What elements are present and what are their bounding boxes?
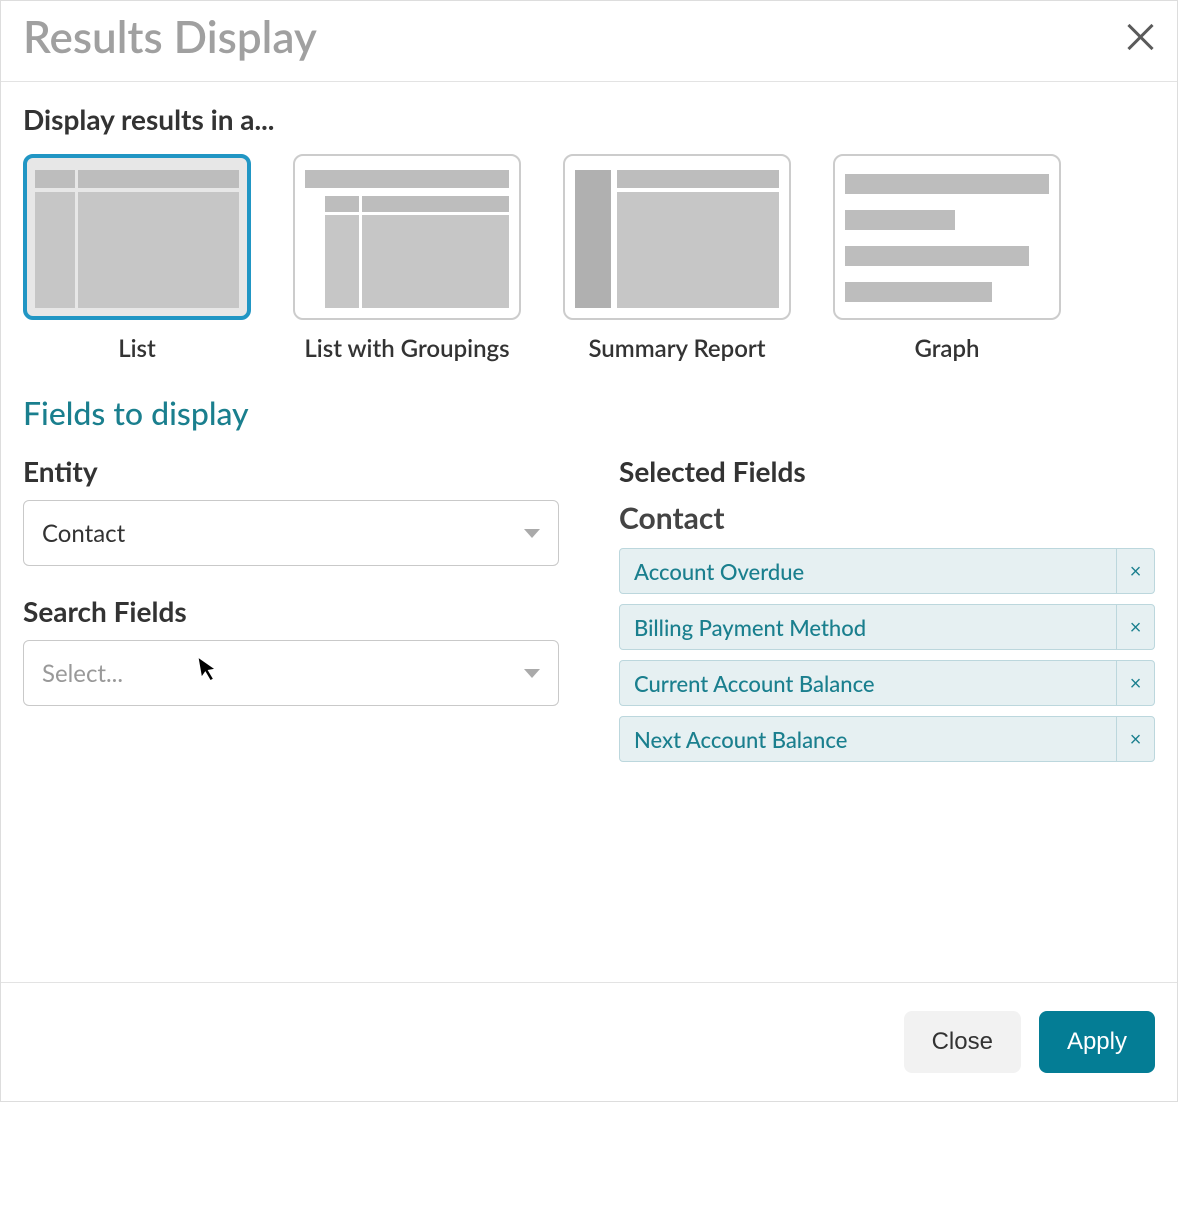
fields-columns: Entity Contact Search Fields Select... S…	[23, 442, 1155, 772]
remove-field-icon[interactable]: ×	[1116, 661, 1154, 705]
modal-title: Results Display	[23, 11, 317, 63]
close-icon[interactable]	[1125, 22, 1155, 52]
modal-header: Results Display	[1, 1, 1177, 82]
fields-to-display-heading: Fields to display	[23, 393, 1155, 432]
display-option-label: Graph	[833, 334, 1061, 363]
display-in-heading: Display results in a...	[23, 102, 1155, 136]
display-option-label: List with Groupings	[293, 334, 521, 363]
display-thumb-groupings	[293, 154, 521, 320]
display-option-label: Summary Report	[563, 334, 791, 363]
selected-field-label: Account Overdue	[620, 549, 1116, 593]
remove-field-icon[interactable]: ×	[1116, 717, 1154, 761]
selected-field-label: Billing Payment Method	[620, 605, 1116, 649]
entity-value: Contact	[42, 519, 125, 548]
display-thumb-list	[23, 154, 251, 320]
display-option-graph[interactable]: Graph	[833, 154, 1061, 363]
selected-group-label: Contact	[619, 500, 1155, 536]
selected-field-label: Current Account Balance	[620, 661, 1116, 705]
remove-field-icon[interactable]: ×	[1116, 549, 1154, 593]
results-display-modal: Results Display Display results in a... …	[0, 0, 1178, 1102]
modal-body: Display results in a... List	[1, 82, 1177, 982]
search-fields-select[interactable]: Select...	[23, 640, 559, 706]
search-fields-label: Search Fields	[23, 594, 559, 628]
selected-field-chip: Account Overdue ×	[619, 548, 1155, 594]
display-option-summary[interactable]: Summary Report	[563, 154, 791, 363]
display-option-list-groupings[interactable]: List with Groupings	[293, 154, 521, 363]
chevron-down-icon	[524, 529, 540, 538]
close-button[interactable]: Close	[904, 1011, 1021, 1073]
display-thumb-summary	[563, 154, 791, 320]
display-thumb-graph	[833, 154, 1061, 320]
selected-field-chip: Current Account Balance ×	[619, 660, 1155, 706]
modal-footer: Close Apply	[1, 982, 1177, 1101]
selected-field-chip: Next Account Balance ×	[619, 716, 1155, 762]
search-fields-placeholder: Select...	[42, 659, 123, 688]
entity-label: Entity	[23, 454, 559, 488]
chevron-down-icon	[524, 669, 540, 678]
selected-field-label: Next Account Balance	[620, 717, 1116, 761]
right-column: Selected Fields Contact Account Overdue …	[619, 442, 1155, 772]
remove-field-icon[interactable]: ×	[1116, 605, 1154, 649]
display-option-list[interactable]: List	[23, 154, 251, 363]
left-column: Entity Contact Search Fields Select...	[23, 442, 559, 772]
apply-button[interactable]: Apply	[1039, 1011, 1155, 1073]
selected-fields-heading: Selected Fields	[619, 454, 1155, 488]
entity-select[interactable]: Contact	[23, 500, 559, 566]
display-options-row: List List with Groupings	[23, 154, 1155, 363]
selected-field-chip: Billing Payment Method ×	[619, 604, 1155, 650]
display-option-label: List	[23, 334, 251, 363]
